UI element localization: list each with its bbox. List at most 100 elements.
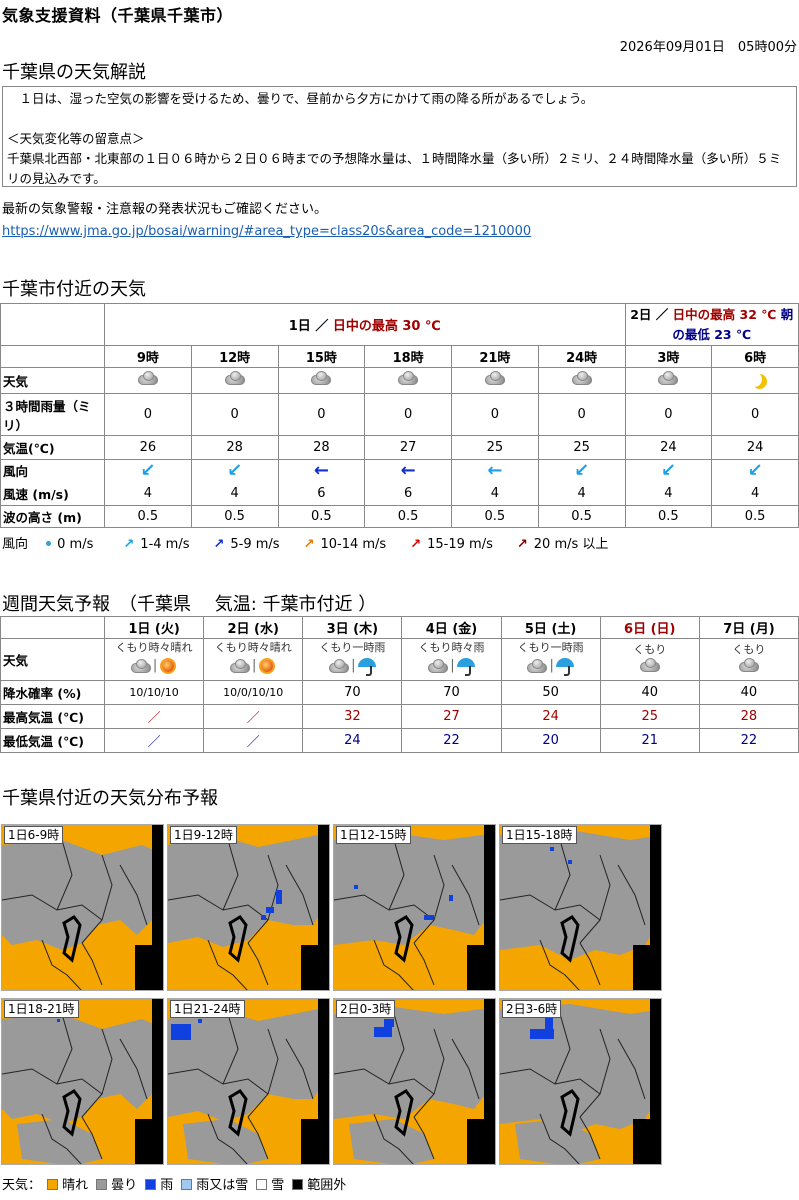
min-temp-cell: 21 [599, 728, 700, 753]
wind-arrow-icon: ← [364, 459, 452, 482]
weekly-icons: | [229, 656, 277, 676]
legend-text: 雨 [160, 1178, 174, 1193]
weekly-day-header: 2日 (水) [203, 616, 304, 639]
row-label-min: 最低気温 (℃) [0, 728, 105, 753]
kanto-map-graphic [168, 825, 329, 990]
kanto-map-graphic [500, 999, 661, 1164]
temp-cell: 26 [104, 435, 192, 460]
weather-map: 1日15-18時 [499, 824, 662, 991]
kanto-map-graphic [334, 825, 495, 990]
wind-speed-cell: 4 [624, 481, 713, 506]
rain-cell: 0 [104, 393, 192, 436]
temp-cell: 24 [711, 435, 799, 460]
weather-cell [537, 367, 626, 394]
weekly-weather-text: くもり [633, 642, 667, 656]
row-label-wave: 波の高さ (m) [0, 505, 105, 528]
weather-cell [364, 367, 452, 394]
icon-separator: | [549, 658, 554, 674]
map-legend-prefix: 天気： [2, 1178, 42, 1193]
hour-cell: 12時 [190, 345, 279, 368]
icon-separator: | [450, 658, 455, 674]
weekly-weather-text: くもり時々晴れ [115, 641, 193, 655]
cloud-icon [571, 371, 593, 386]
hour-cell: 6時 [711, 345, 799, 368]
calm-dot-icon [46, 541, 52, 546]
nearby-heading: 千葉市付近の天気 [2, 279, 146, 300]
issued-datetime: 2026年09月01日 05時00分 [619, 40, 797, 55]
nearby-forecast-table: 1日 ／ 日中の最高 30 ℃ 2日 ／ 日中の最高 32 ℃ 朝の最低 23 … [0, 303, 799, 528]
hour-cell: 3時 [624, 345, 713, 368]
wind-speed-cell: 4 [711, 481, 799, 506]
map-time-label: 1日15-18時 [502, 826, 577, 844]
weekly-weather-cell: くもり時々晴れ | [203, 638, 304, 681]
wind-legend-text: 20 m/s 以上 [533, 537, 609, 552]
weekly-forecast-table: 1日 (火) 2日 (水) 3日 (木) 4日 (金) 5日 (土) 6日 (日) 7日 (… [0, 616, 799, 753]
min-temp-cell: 22 [698, 728, 799, 753]
weather-map: 1日9-12時 [167, 824, 330, 991]
warning-link[interactable]: https://www.jma.go.jp/bosai/warning/#are… [2, 224, 531, 239]
wind-legend-text: 5-9 m/s [230, 537, 280, 552]
temp-cell: 25 [537, 435, 626, 460]
wind-arrow-icon: ↗ [213, 537, 225, 552]
commentary-heading: 千葉県の天気解説 [2, 62, 146, 83]
wind-arrow-icon: ↙ [190, 459, 279, 482]
weekly-weather-cell: くもり時々晴れ | [103, 638, 205, 681]
weekly-icons [639, 657, 661, 673]
rain-cell: 0 [364, 393, 452, 436]
rain-cell: 0 [537, 393, 626, 436]
rain-cell: 0 [277, 393, 366, 436]
commentary-box: １日は、湿った空気の影響を受けるため、曇りで、昼前から夕方にかけて雨の降る所があ… [2, 86, 797, 187]
max-temp-cell: 24 [500, 704, 601, 729]
cloud-icon [738, 657, 760, 673]
max-temp-cell: ／ [203, 704, 304, 729]
weekly-weather-cell: くもり一時雨 | [302, 638, 403, 681]
kanto-map-graphic [168, 999, 329, 1164]
wind-legend-text: 0 m/s [57, 537, 94, 552]
icon-separator: | [252, 658, 257, 674]
kanto-map-graphic [500, 825, 661, 990]
weather-map: 2日3-6時 [499, 998, 662, 1165]
row-label-temp: 気温(℃) [0, 435, 105, 460]
hour-cell: 24時 [537, 345, 626, 368]
distribution-heading: 千葉県付近の天気分布予報 [2, 788, 218, 809]
wind-legend-item: ↗ 20 m/s 以上 [515, 537, 609, 552]
map-legend: 天気： 晴れ 曇り 雨 雨又は雪 雪 範囲外 [2, 1174, 346, 1193]
legend-swatch [181, 1179, 193, 1190]
max-temp-cell: ／ [103, 704, 205, 729]
legend-swatch [47, 1179, 59, 1190]
wave-cell: 0.5 [190, 505, 279, 528]
map-time-label: 1日6-9時 [4, 826, 64, 844]
legend-text: 曇り [111, 1178, 138, 1193]
wind-arrow-icon: ↙ [104, 459, 192, 482]
wind-arrow-icon: ↙ [711, 459, 799, 482]
wind-legend-text: 1-4 m/s [140, 537, 190, 552]
weekly-weather-text: くもり時々雨 [418, 641, 485, 655]
map-time-label: 1日18-21時 [4, 1000, 79, 1018]
weather-cell [277, 367, 366, 394]
row-label-weather: 天気 [0, 367, 105, 394]
temp-cell: 27 [364, 435, 452, 460]
hour-cell: 9時 [104, 345, 192, 368]
cloud-icon [639, 657, 661, 673]
weekly-icons: | [526, 656, 574, 677]
row-label-weekly-weather: 天気 [0, 638, 105, 681]
max-temp-cell: 28 [698, 704, 799, 729]
wind-legend: 風向 0 m/s ↗ 1-4 m/s ↗ 5-9 m/s ↗ 10-14 m/s ↗ 15-19… [2, 533, 630, 552]
wave-cell: 0.5 [624, 505, 713, 528]
sun-icon [257, 656, 277, 676]
wind-legend-item: 0 m/s [32, 537, 93, 552]
legend-text: 雪 [271, 1178, 285, 1193]
temp-cell: 24 [624, 435, 713, 460]
kanto-map-graphic [334, 999, 495, 1164]
row-label-pop: 降水確率 (%) [0, 680, 105, 705]
cloud-icon [427, 658, 449, 674]
weather-map: 1日21-24時 [167, 998, 330, 1165]
rain-cell: 0 [711, 393, 799, 436]
wind-speed-cell: 4 [537, 481, 626, 506]
hour-cell: 18時 [364, 345, 452, 368]
weekly-icons [738, 657, 760, 673]
weekly-weather-cell: くもり時々雨 | [401, 638, 502, 681]
max-temp-cell: 27 [401, 704, 502, 729]
temp-cell: 25 [451, 435, 539, 460]
temp-cell: 28 [190, 435, 279, 460]
